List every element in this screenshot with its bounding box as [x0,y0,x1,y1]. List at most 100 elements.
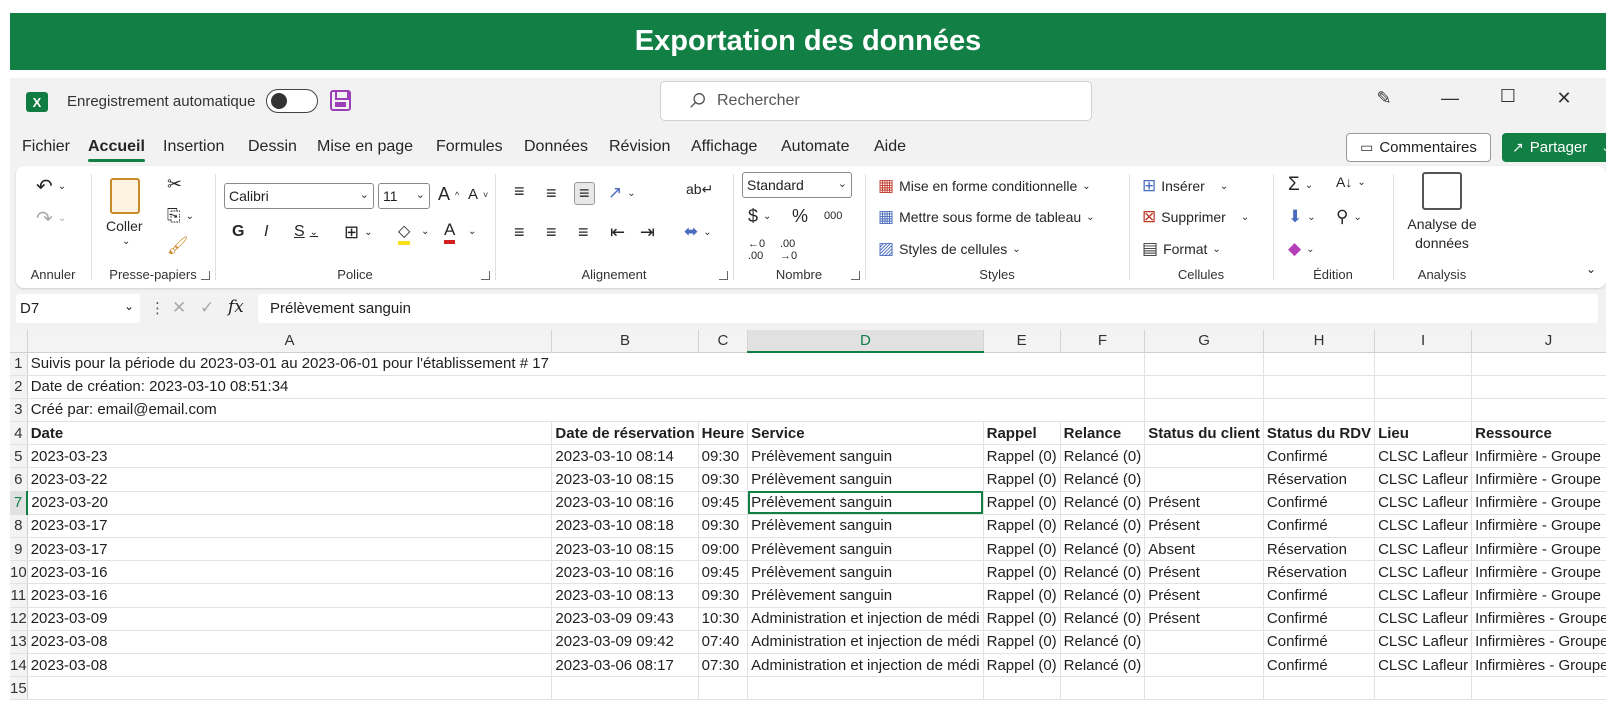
search-box[interactable]: Rechercher [660,81,1092,121]
comments-button[interactable]: ▭ Commentaires [1346,133,1491,162]
column-header-j[interactable]: J [1471,330,1606,353]
cell[interactable]: 2023-03-10 08:16 [551,491,699,515]
save-icon[interactable] [330,90,351,111]
column-header-c[interactable]: C [698,330,749,353]
header-cell[interactable]: Date [27,421,553,446]
cell[interactable] [1060,375,1146,399]
cell[interactable] [1471,398,1606,423]
tab-automate[interactable]: Automate [781,138,849,156]
cell[interactable]: 09:30 [698,583,749,608]
select-all-corner[interactable] [10,330,28,353]
clear-icon[interactable]: ◆ ⌄ [1288,239,1314,259]
format-cells-button[interactable]: ▤ Format ⌄ [1142,239,1221,259]
more-icon[interactable]: ⋮ [150,299,165,317]
cell[interactable]: 2023-03-10 08:13 [551,583,699,608]
cell[interactable]: Présent [1144,560,1264,585]
cell[interactable]: Rappel (0) [983,514,1061,539]
cell[interactable]: 09:45 [698,491,749,515]
align-bottom-icon[interactable]: ≡ [574,182,595,205]
header-cell[interactable]: Service [747,421,984,446]
insert-cells-button[interactable]: ⊞ Insérer ⌄ [1142,176,1228,196]
tab-dessin[interactable]: Dessin [248,138,297,156]
percent-icon[interactable]: % [792,206,808,227]
cell[interactable]: Prélèvement sanguin [747,537,984,562]
row-header[interactable]: 12 [10,607,28,631]
cell[interactable]: 2023-03-09 [27,607,553,631]
cell[interactable]: Présent [1144,491,1264,515]
cell[interactable]: Rappel (0) [983,607,1061,631]
column-header-a[interactable]: A [27,330,553,353]
row-header[interactable]: 7 [10,491,29,515]
cell[interactable] [747,375,984,399]
cell[interactable]: Relancé (0) [1060,560,1146,585]
cell[interactable] [1144,375,1264,399]
cell[interactable]: Relancé (0) [1060,653,1146,678]
format-painter-icon[interactable]: 🖌 [167,236,189,256]
column-header-e[interactable]: E [983,330,1061,353]
row-header[interactable]: 1 [10,352,28,376]
cell[interactable]: CLSC Lafleur [1374,583,1473,608]
share-button[interactable]: ↗ Partager ⌄ [1502,133,1606,162]
row-header[interactable]: 3 [10,398,28,423]
cell[interactable]: Réservation [1263,467,1376,492]
font-size-select[interactable]: 11 ⌄ [378,183,430,209]
row-header[interactable]: 2 [10,375,28,399]
cell[interactable]: Rappel (0) [983,653,1061,678]
cell[interactable]: 2023-03-16 [27,583,553,608]
cell[interactable]: Réservation [1263,560,1376,585]
merge-cells-icon[interactable]: ⬌ ⌄ [684,222,712,242]
cell[interactable] [698,676,749,701]
delete-cells-button[interactable]: ⊠ Supprimer ⌄ [1142,207,1249,227]
align-left-icon[interactable]: ≡ [514,222,525,243]
header-cell[interactable]: Status du RDV [1263,421,1376,446]
pen-icon[interactable]: ✎ [1370,88,1398,109]
cell[interactable] [1060,352,1146,376]
cell[interactable]: Confirmé [1263,653,1376,678]
cell[interactable] [983,375,1061,399]
number-launcher-icon[interactable] [851,271,860,280]
cell[interactable]: 2023-03-09 09:42 [551,630,699,654]
cell[interactable]: 10:30 [698,607,749,631]
cell[interactable]: Confirmé [1263,583,1376,608]
function-icon[interactable]: fx [228,297,244,317]
cell[interactable]: Relancé (0) [1060,514,1146,539]
cell[interactable] [1060,398,1146,423]
cell[interactable]: Prélèvement sanguin [747,583,984,608]
row-header[interactable]: 15 [10,676,28,701]
cell[interactable] [747,352,984,376]
row-header[interactable]: 4 [10,421,28,446]
cell[interactable]: Prélèvement sanguin [747,514,984,539]
cell[interactable]: Infirmière - Groupe B [1471,444,1606,469]
analyze-data-button[interactable]: Analyse de données [1402,215,1482,253]
row-header[interactable]: 8 [10,514,28,539]
cell[interactable]: CLSC Lafleur [1374,607,1473,631]
borders-icon[interactable]: ⊞ ⌄ [344,222,372,243]
ribbon-collapse-icon[interactable]: ⌄ [1586,262,1596,276]
format-as-table-button[interactable]: ▦ Mettre sous forme de tableau ⌄ [878,207,1095,227]
cell[interactable]: Administration et injection de médi [747,653,984,678]
cell[interactable] [983,352,1061,376]
cell[interactable]: Confirmé [1263,491,1376,515]
cell[interactable]: Infirmières - Groupe A [1471,653,1606,678]
cell[interactable]: Rappel (0) [983,467,1061,492]
grow-font-icon[interactable]: A ^ [438,184,459,205]
cell[interactable]: 07:30 [698,653,749,678]
cell[interactable] [1263,676,1376,701]
column-header-g[interactable]: G [1144,330,1264,353]
undo-icon[interactable]: ↶ ⌄ [36,174,66,199]
cell[interactable]: 2023-03-22 [27,467,553,492]
cell[interactable] [1144,398,1264,423]
cell[interactable]: 2023-03-10 08:15 [551,537,699,562]
copy-icon[interactable]: ⎘ ⌄ [167,206,194,226]
header-cell[interactable]: Status du client [1144,421,1264,446]
cell[interactable] [747,398,984,423]
cell[interactable]: Rappel (0) [983,537,1061,562]
cell[interactable]: CLSC Lafleur [1374,491,1473,515]
cut-icon[interactable]: ✂ [167,174,182,195]
increase-decimal-icon[interactable]: ←0.00 [748,238,765,262]
row-header[interactable]: 14 [10,653,28,678]
header-cell[interactable]: Lieu [1374,421,1473,446]
cell[interactable]: 2023-03-17 [27,537,553,562]
header-cell[interactable]: Ressource [1471,421,1606,446]
cell[interactable] [1144,352,1264,376]
